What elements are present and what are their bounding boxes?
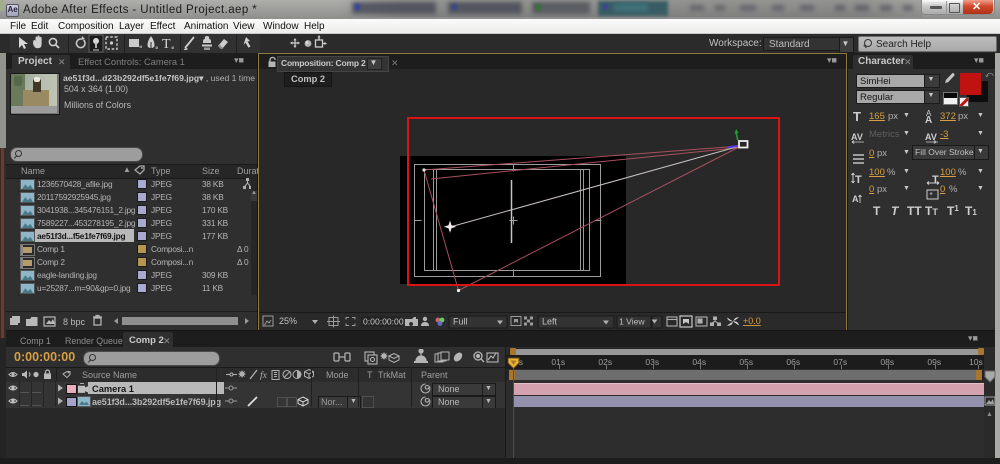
svg-text:0:00:00:00: 0:00:00:00	[363, 317, 404, 327]
svg-text:T: T	[853, 109, 861, 124]
svg-text:T: T	[855, 174, 862, 186]
svg-text:*: *	[930, 191, 933, 200]
svg-text:T: T	[162, 37, 171, 52]
svg-text:Left: Left	[542, 317, 558, 327]
svg-text:8 bpc: 8 bpc	[63, 317, 86, 327]
svg-text:1 View: 1 View	[619, 317, 645, 327]
svg-text:AV: AV	[925, 132, 937, 142]
svg-text:fx: fx	[260, 370, 268, 381]
svg-text:AV: AV	[851, 132, 863, 142]
svg-text:Full: Full	[453, 317, 468, 327]
svg-text:25%: 25%	[279, 316, 297, 326]
svg-text:+0.0: +0.0	[743, 316, 761, 326]
svg-text:A: A	[925, 115, 932, 126]
svg-text:A: A	[852, 194, 859, 204]
